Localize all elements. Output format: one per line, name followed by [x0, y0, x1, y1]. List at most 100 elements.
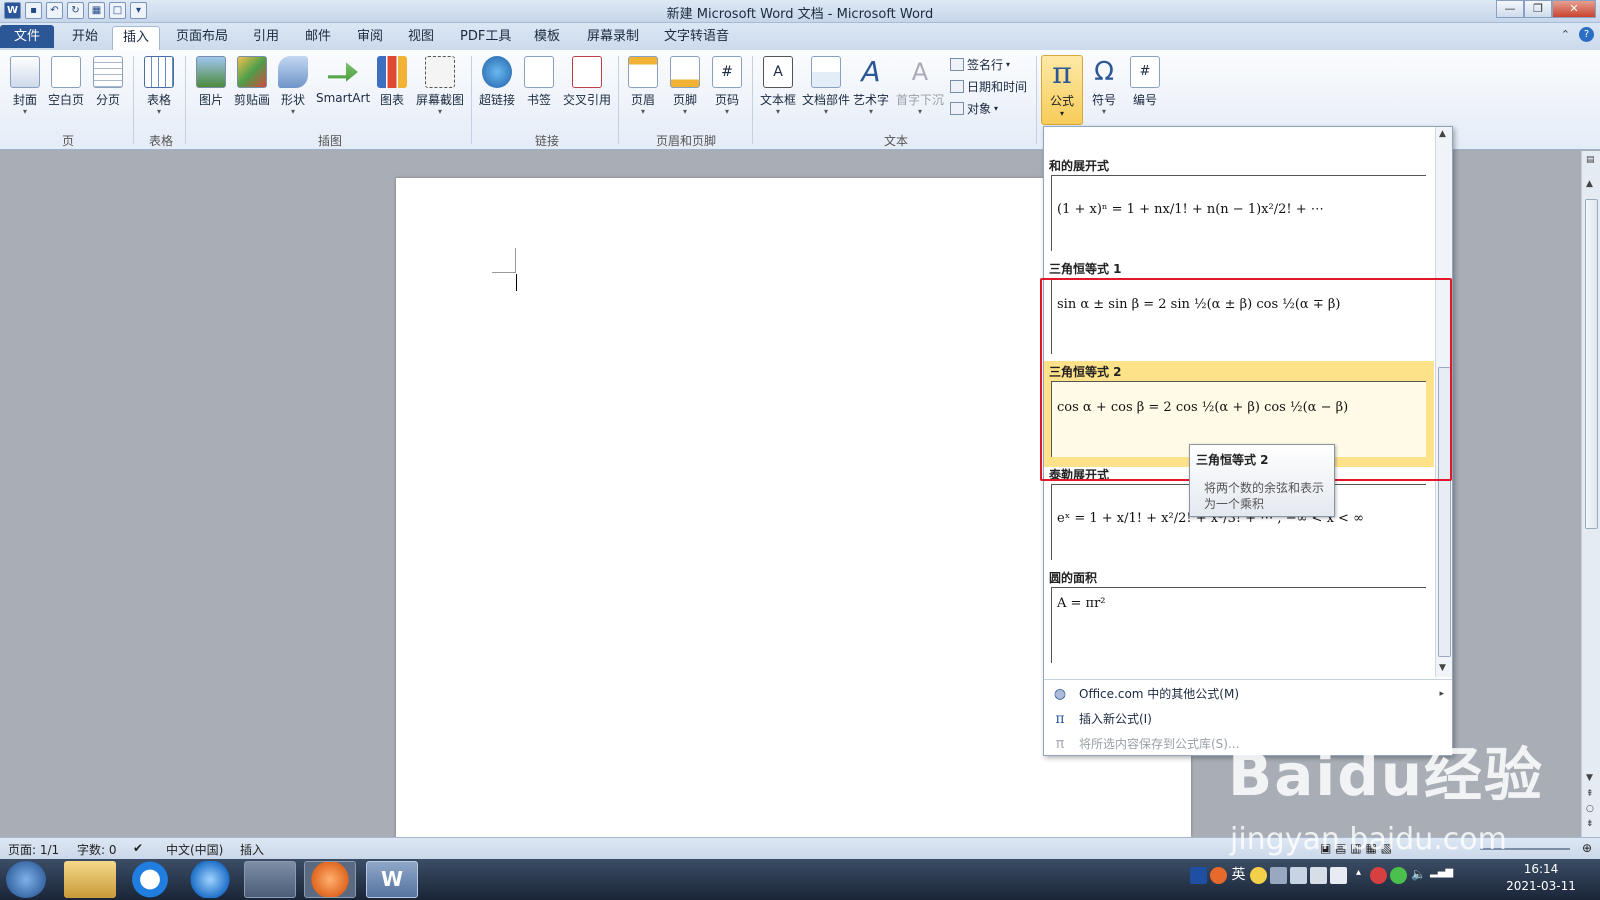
smartart-button[interactable]: SmartArt	[316, 56, 370, 105]
text-cursor	[516, 274, 517, 291]
gallery-scroll-down-icon[interactable]: ▼	[1439, 663, 1446, 673]
tray-app2-icon[interactable]	[1310, 867, 1327, 884]
vertical-scrollbar[interactable]: ▤ ▲ ▼ ⇞ ○ ⇟	[1581, 151, 1600, 837]
ime-language-icon[interactable]: 英	[1230, 867, 1247, 884]
volume-icon[interactable]: 🔈	[1410, 867, 1427, 884]
header-button[interactable]: 页眉 ▾	[627, 56, 659, 116]
status-insert-mode[interactable]: 插入	[240, 841, 264, 858]
numbering-icon: #	[1130, 56, 1160, 88]
tab-template[interactable]: 模板	[524, 26, 570, 50]
scroll-thumb[interactable]	[1585, 199, 1598, 529]
numbering-button[interactable]: # 编号	[1127, 56, 1163, 108]
close-button[interactable]: ✕	[1552, 0, 1596, 18]
start-button[interactable]	[6, 861, 46, 898]
blank-page-button[interactable]: 空白页	[47, 56, 85, 108]
moon-icon[interactable]	[1250, 867, 1267, 884]
gallery-item-title: 三角恒等式 1	[1049, 262, 1122, 276]
table-icon	[144, 56, 174, 88]
object-button[interactable]: 对象 ▾	[950, 100, 998, 117]
wordart-icon: A	[861, 55, 881, 88]
next-page-icon[interactable]: ⇟	[1586, 819, 1594, 829]
browse-object-icon[interactable]: ○	[1586, 804, 1594, 814]
ime-m-icon[interactable]	[1190, 867, 1207, 884]
status-page[interactable]: 页面: 1/1	[8, 841, 59, 858]
footer-button[interactable]: 页脚 ▾	[669, 56, 701, 116]
shapes-button[interactable]: 形状 ▾	[276, 56, 310, 116]
prev-page-icon[interactable]: ⇞	[1586, 789, 1594, 799]
hyperlink-button[interactable]: 超链接	[477, 56, 517, 108]
gallery-item-circle-area[interactable]: 圆的面积 A = πr²	[1044, 567, 1434, 673]
tab-pdf[interactable]: PDF工具	[450, 26, 521, 50]
page-break-button[interactable]: 分页	[92, 56, 124, 108]
bookmark-button[interactable]: 书签	[523, 56, 555, 108]
clock-date: 2021-03-11	[1506, 879, 1576, 893]
gallery-item-equation: (1 + x)ⁿ = 1 + nx/1! + n(n − 1)x²/2! + ⋯	[1057, 202, 1324, 217]
picture-button[interactable]: 图片	[194, 56, 228, 108]
date-time-button[interactable]: 日期和时间	[950, 78, 1027, 95]
scroll-up-icon[interactable]: ▲	[1586, 179, 1593, 189]
gallery-scroll-up-icon[interactable]: ▲	[1439, 129, 1446, 139]
ie-taskbar-icon[interactable]	[184, 861, 236, 898]
cross-reference-icon	[572, 56, 602, 88]
minimize-button[interactable]: —	[1496, 0, 1524, 18]
tab-file[interactable]: 文件	[0, 25, 54, 48]
tab-layout[interactable]: 页面布局	[166, 26, 238, 50]
calendar-icon	[950, 80, 964, 93]
tab-mailings[interactable]: 邮件	[295, 26, 341, 50]
table-label: 表格	[146, 93, 171, 107]
status-words[interactable]: 字数: 0	[77, 841, 117, 858]
clipart-button[interactable]: 剪贴画	[233, 56, 271, 108]
menu-more-equations-office[interactable]: ◍ Office.com 中的其他公式(M) ▸	[1044, 682, 1452, 706]
cross-reference-button[interactable]: 交叉引用	[561, 56, 613, 108]
quick-parts-button[interactable]: 文档部件 ▾	[802, 56, 850, 116]
date-time-label: 日期和时间	[967, 80, 1028, 94]
wordart-button[interactable]: A 艺术字 ▾	[852, 56, 890, 116]
ribbon-collapse-icon[interactable]: ⌃	[1561, 28, 1570, 41]
tab-view[interactable]: 视图	[398, 26, 444, 50]
tab-review[interactable]: 审阅	[347, 26, 393, 50]
signature-line-button[interactable]: 签名行 ▾	[950, 56, 1010, 73]
equation-label: 公式	[1049, 94, 1074, 108]
tab-text-to-speech[interactable]: 文字转语音	[654, 26, 739, 50]
chart-button[interactable]: 图表	[376, 56, 408, 108]
drop-cap-button[interactable]: A 首字下沉 ▾	[895, 56, 945, 116]
app2-taskbar-icon[interactable]	[304, 861, 356, 898]
qq-tray-icon[interactable]	[1370, 867, 1387, 884]
proofing-icon[interactable]: ✔	[133, 841, 143, 855]
symbol-button[interactable]: Ω 符号 ▾	[1085, 56, 1123, 116]
tray-expand-icon[interactable]: ▴	[1350, 867, 1367, 884]
tab-screen-record[interactable]: 屏幕录制	[577, 26, 649, 50]
textbox-button[interactable]: A 文本框 ▾	[758, 56, 798, 116]
object-label: 对象	[967, 102, 992, 116]
screenshot-button[interactable]: 屏幕截图 ▾	[414, 56, 466, 116]
tab-references[interactable]: 引用	[243, 26, 289, 50]
tray-doc-icon[interactable]	[1330, 867, 1347, 884]
equation-button[interactable]: π 公式 ▾	[1041, 55, 1083, 125]
ruler-toggle-icon[interactable]: ▤	[1586, 155, 1595, 165]
scroll-down-icon[interactable]: ▼	[1586, 773, 1593, 783]
bookmark-label: 书签	[526, 93, 551, 107]
qq-browser-taskbar-icon[interactable]	[124, 861, 176, 898]
table-button[interactable]: 表格 ▾	[142, 56, 176, 116]
page-number-button[interactable]: # 页码 ▾	[711, 56, 743, 116]
explorer-taskbar-icon[interactable]	[64, 861, 116, 898]
network-icon[interactable]: ▂▄▆	[1430, 867, 1453, 884]
maximize-button[interactable]: ❐	[1524, 0, 1552, 18]
app-taskbar-icon[interactable]	[244, 861, 296, 898]
cover-page-button[interactable]: 封面 ▾	[8, 56, 42, 116]
textbox-icon: A	[763, 56, 793, 88]
clock[interactable]: 16:14 2021-03-11	[1496, 861, 1586, 895]
wechat-tray-icon[interactable]	[1390, 867, 1407, 884]
tab-insert[interactable]: 插入	[112, 26, 161, 50]
ime-icon[interactable]	[1210, 867, 1227, 884]
word-taskbar-icon[interactable]: W	[366, 861, 418, 898]
shapes-label: 形状	[280, 93, 305, 107]
tab-home[interactable]: 开始	[62, 26, 108, 50]
footer-label: 页脚	[672, 93, 697, 107]
zoom-in-icon[interactable]: ⊕	[1582, 841, 1592, 855]
status-language[interactable]: 中文(中国)	[166, 841, 223, 858]
tray-app-icon[interactable]	[1290, 867, 1307, 884]
keyboard-icon[interactable]	[1270, 867, 1287, 884]
help-icon[interactable]: ?	[1579, 27, 1594, 42]
gallery-item-binomial[interactable]: 和的展开式 (1 + x)ⁿ = 1 + nx/1! + n(n − 1)x²/…	[1044, 155, 1434, 261]
